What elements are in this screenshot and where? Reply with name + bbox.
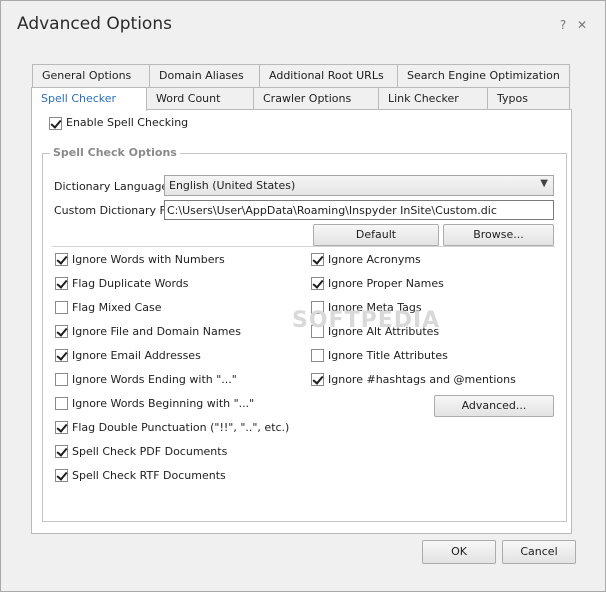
option-label: Ignore Email Addresses xyxy=(72,349,201,362)
option-label: Flag Mixed Case xyxy=(72,301,162,314)
ignore-words-with-numbers-checkbox[interactable] xyxy=(55,253,68,266)
divider xyxy=(52,246,555,247)
flag-duplicate-words-checkbox[interactable] xyxy=(55,277,68,290)
option-label: Spell Check PDF Documents xyxy=(72,445,228,458)
option-label: Spell Check RTF Documents xyxy=(72,469,226,482)
custom-dictionary-label: Custom Dictionary File xyxy=(54,204,178,217)
dictionary-language-value: English (United States) xyxy=(169,179,296,192)
dictionary-language-label: Dictionary Language xyxy=(54,180,169,193)
option-label: Ignore #hashtags and @mentions xyxy=(328,373,516,386)
option-label: Flag Double Punctuation ("!!", "..", etc… xyxy=(72,421,290,434)
option-label: Ignore File and Domain Names xyxy=(72,325,241,338)
option-label: Ignore Words Ending with "..." xyxy=(72,373,237,386)
ignore-words-ending-checkbox[interactable] xyxy=(55,373,68,386)
ignore-hashtags-mentions-checkbox[interactable] xyxy=(311,373,324,386)
chevron-down-icon: ▼ xyxy=(540,178,548,189)
custom-dictionary-field[interactable] xyxy=(164,200,554,220)
option-label: Ignore Words Beginning with "..." xyxy=(72,397,255,410)
option-label: Ignore Title Attributes xyxy=(328,349,448,362)
option-label: Flag Duplicate Words xyxy=(72,277,189,290)
ignore-file-domain-names-checkbox[interactable] xyxy=(55,325,68,338)
flag-double-punctuation-checkbox[interactable] xyxy=(55,421,68,434)
ok-button[interactable]: OK xyxy=(422,540,496,564)
ignore-acronyms-checkbox[interactable] xyxy=(311,253,324,266)
option-label: Ignore Acronyms xyxy=(328,253,421,266)
option-label: Ignore Proper Names xyxy=(328,277,444,290)
spell-check-pdf-checkbox[interactable] xyxy=(55,445,68,458)
ignore-words-beginning-checkbox[interactable] xyxy=(55,397,68,410)
option-label: Ignore Words with Numbers xyxy=(72,253,225,266)
cancel-button[interactable]: Cancel xyxy=(502,540,576,564)
watermark: SOFTPEDIA xyxy=(292,308,441,333)
group-title: Spell Check Options xyxy=(50,146,180,159)
browse-button[interactable]: Browse... xyxy=(443,224,554,246)
enable-spell-checking-label: Enable Spell Checking xyxy=(66,116,189,129)
spell-check-rtf-checkbox[interactable] xyxy=(55,469,68,482)
ignore-proper-names-checkbox[interactable] xyxy=(311,277,324,290)
ignore-title-attributes-checkbox[interactable] xyxy=(311,349,324,362)
dictionary-language-select[interactable]: English (United States) ▼ xyxy=(164,175,554,196)
ignore-email-addresses-checkbox[interactable] xyxy=(55,349,68,362)
flag-mixed-case-checkbox[interactable] xyxy=(55,301,68,314)
default-button[interactable]: Default xyxy=(313,224,439,246)
enable-spell-checking-checkbox[interactable] xyxy=(49,117,62,130)
custom-dictionary-input[interactable] xyxy=(165,201,553,219)
advanced-button[interactable]: Advanced... xyxy=(434,395,554,417)
